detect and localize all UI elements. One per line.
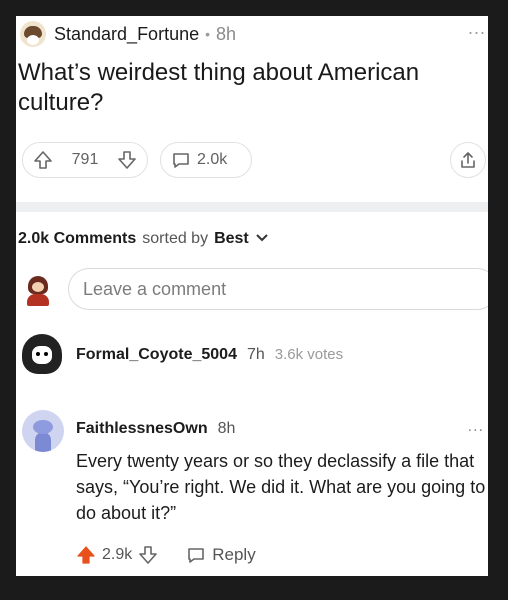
chevron-down-icon[interactable]: [255, 230, 269, 248]
comment-actions: 2.9k Reply: [76, 540, 256, 570]
downvote-icon[interactable]: [138, 545, 158, 565]
downvote-icon[interactable]: [117, 150, 137, 170]
post-title: What’s weirdest thing about American cul…: [18, 59, 420, 116]
share-button[interactable]: [450, 142, 486, 178]
comment-body: Every twenty years or so they declassify…: [76, 451, 486, 523]
avatar[interactable]: [20, 21, 46, 47]
post-username[interactable]: Standard_Fortune: [54, 24, 199, 45]
comment-box-row: [16, 268, 488, 312]
comment-icon: [171, 150, 191, 170]
screen: Standard_Fortune • 8h ... What’s weirdes…: [16, 16, 488, 576]
comment-count: 2.0k: [197, 151, 228, 168]
vote-pill: 791: [22, 142, 148, 178]
comment-time: 8h: [217, 420, 236, 437]
comments-count-label: 2.0k Comments: [18, 230, 137, 247]
commenter-avatar[interactable]: [22, 334, 62, 376]
upvote-icon[interactable]: [76, 545, 96, 565]
post-time: 8h: [216, 23, 237, 44]
comment-meta: Formal_Coyote_5004 7h 3.6k votes: [76, 346, 343, 364]
comment-username[interactable]: Formal_Coyote_5004: [76, 346, 237, 364]
comment-meta: FaithlessnesOwn 8h: [76, 420, 235, 438]
comment-time: 7h: [246, 346, 265, 363]
share-icon: [458, 150, 478, 170]
user-avatar: [24, 274, 52, 306]
reply-icon: [188, 548, 205, 563]
sort-value[interactable]: Best: [214, 230, 249, 248]
comment-upvote-count: 2.9k: [102, 546, 133, 563]
comment-username[interactable]: FaithlessnesOwn: [76, 420, 208, 438]
post-actions: 791 2.0k: [16, 140, 488, 180]
upvote-icon[interactable]: [33, 150, 53, 170]
post-header: Standard_Fortune • 8h: [20, 20, 480, 48]
reply-label: Reply: [212, 545, 256, 564]
reply-button[interactable]: Reply: [186, 545, 256, 565]
commenter-avatar[interactable]: [22, 410, 64, 452]
comment-item-1: Formal_Coyote_5004 7h 3.6k votes: [16, 334, 488, 384]
comment-input[interactable]: [68, 268, 488, 310]
upvote-count: 791: [71, 151, 99, 168]
sort-bar[interactable]: 2.0k Comments sorted by Best: [18, 230, 269, 248]
sorted-by-label: sorted by: [142, 230, 209, 247]
section-divider: [16, 202, 488, 212]
comment-votes: 3.6k votes: [274, 346, 344, 363]
comments-button[interactable]: 2.0k: [160, 142, 252, 178]
more-options-icon[interactable]: ...: [468, 418, 484, 436]
more-options-icon[interactable]: ...: [468, 18, 486, 39]
comment-item-2: FaithlessnesOwn 8h ... Every twenty year…: [16, 408, 488, 576]
separator-dot: •: [205, 26, 211, 42]
